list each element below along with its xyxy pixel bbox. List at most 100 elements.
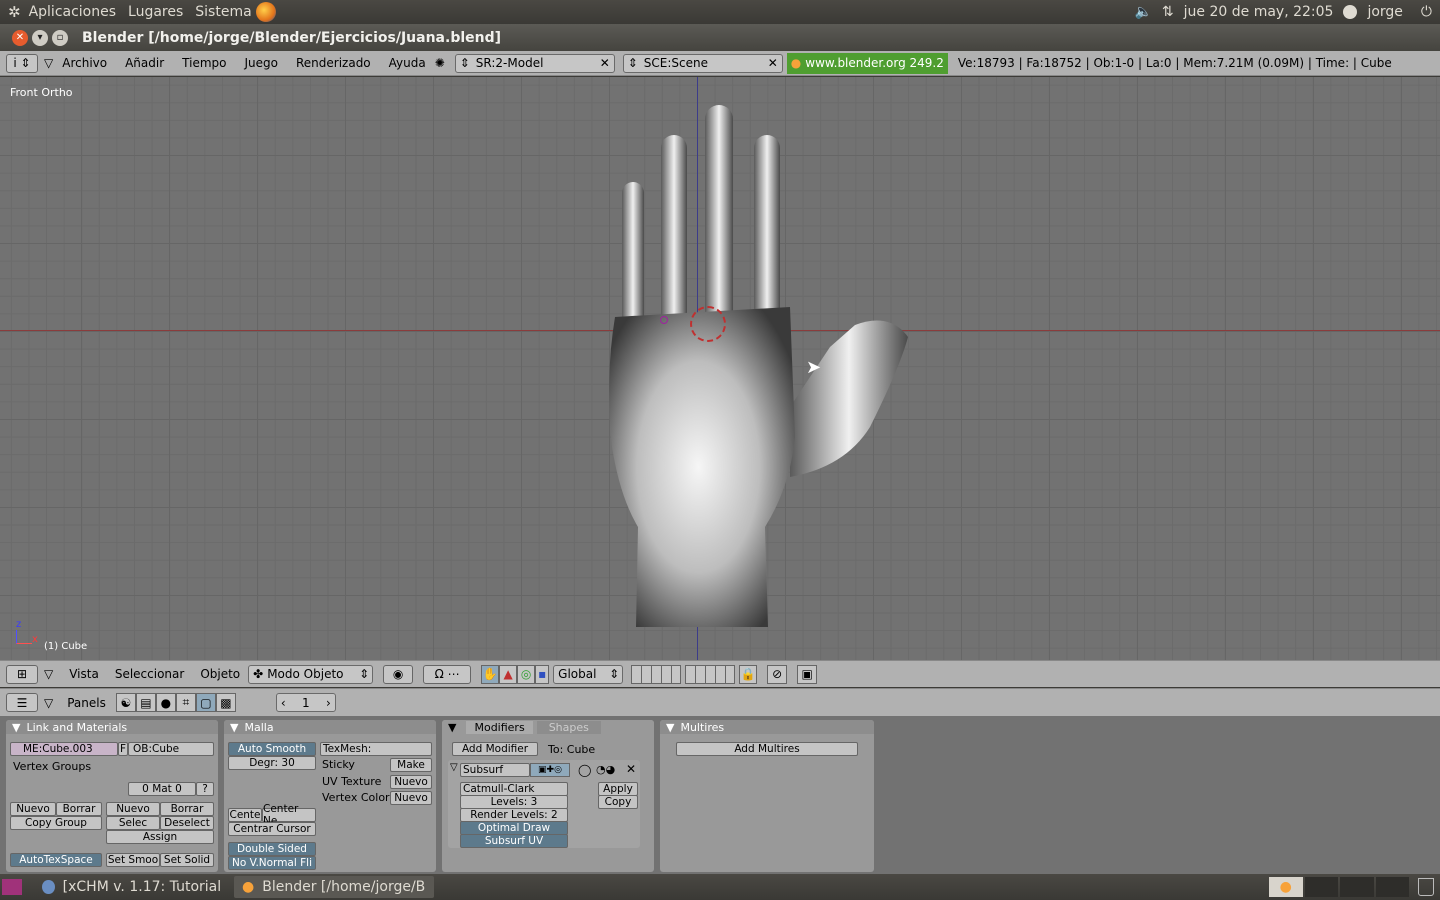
multires-header[interactable]: ▼ Multires [660,720,874,734]
scene-browse-icon[interactable]: ⇕ [628,56,644,70]
link-materials-header[interactable]: ▼ Link and Materials [6,720,218,734]
blender-version-badge[interactable]: ● www.blender.org 249.2 [786,52,948,74]
maximize-window-icon[interactable]: ▫ [52,29,68,46]
double-sided-toggle[interactable]: Double Sided [228,842,316,856]
menu-objeto[interactable]: Objeto [200,667,240,681]
firefox-icon[interactable] [255,2,276,22]
subsurf-collapse-icon[interactable]: ▽ [450,762,458,773]
menu-lugares[interactable]: Lugares [128,4,183,20]
editor-type-icon[interactable]: ⊞ [6,664,38,684]
modifier-cage-icon[interactable]: ◯ [578,763,591,777]
lock-icon[interactable]: 🔒 [739,664,758,684]
info-window-icon[interactable]: i ⇕ [6,53,38,73]
vgroup-new-button[interactable]: Nuevo [10,802,56,816]
subsurf-name-field[interactable]: Subsurf [460,763,530,777]
object-context-icon[interactable]: ⌗ [175,693,196,712]
3d-viewport[interactable]: Front Ortho ➤ z x (1) Cube [0,77,1440,660]
autotexspace-toggle[interactable]: AutoTexSpace [10,853,102,867]
screen-selector[interactable]: ⇕ SR:2-Model ✕ [454,53,615,73]
mesh-header[interactable]: ▼ Malla [224,720,436,734]
material-select-button[interactable]: Selec [106,816,160,830]
hand-mesh[interactable] [0,77,1440,660]
panel-collapse-icon[interactable]: ▼ [12,721,20,734]
manipulator-square-icon[interactable]: ▪ [535,664,550,684]
clock[interactable]: jue 20 de may, 22:05 [1184,4,1334,20]
scene-name[interactable]: SCE:Scene [644,56,764,70]
modifiers-header[interactable]: ▼ Modifiers Shapes [442,720,654,734]
material-assign-button[interactable]: Assign [106,830,214,844]
trash-icon[interactable] [1418,878,1434,896]
menu-aplicaciones[interactable]: Aplicaciones [29,4,116,20]
panel-collapse-icon[interactable]: ▼ [448,721,456,734]
shading-context-icon[interactable]: ● [155,693,176,712]
sticky-make-button[interactable]: Make [390,758,432,772]
modifier-move-icons[interactable]: ◔◕ [596,763,615,776]
workspace-1[interactable]: ● [1269,877,1303,897]
screen-delete-icon[interactable]: ✕ [596,56,614,70]
uv-texture-new-button[interactable]: Nuevo [390,775,432,789]
menu-seleccionar[interactable]: Seleccionar [115,667,184,681]
frame-decrease-icon[interactable]: ‹ [281,696,286,710]
panel-collapse-icon[interactable]: ▼ [230,721,238,734]
scene-context-icon[interactable]: ▩ [215,693,236,712]
modifier-display-icons[interactable]: ▣✚◎ [530,763,570,777]
center-new-button[interactable]: Center Ne [262,803,316,827]
workspace-3[interactable] [1340,877,1374,897]
script-context-icon[interactable]: ▤ [135,693,156,712]
render-icon[interactable]: ✺ [435,56,445,70]
minimize-window-icon[interactable]: ▾ [32,29,48,46]
mode-selector[interactable]: ✤ Modo Objeto ⇕ [248,664,374,684]
menu-archivo[interactable]: Archivo [62,56,107,70]
menu-renderizado[interactable]: Renderizado [296,56,371,70]
fake-user-button[interactable]: F [118,742,128,756]
volume-icon[interactable]: 🔈 [1134,4,1151,20]
levels-field[interactable]: Levels: 3 [460,795,568,809]
logic-context-icon[interactable]: ☯ [115,693,136,712]
auto-smooth-toggle[interactable]: Auto Smooth [228,742,316,756]
workspace-2[interactable] [1304,877,1338,897]
copy-modifier-button[interactable]: Copy [598,795,638,809]
power-icon[interactable]: ⏻ [1421,4,1432,20]
center-cursor-button[interactable]: Centrar Cursor [228,822,316,836]
ogl-render-icon[interactable]: ⊘ [767,664,788,684]
layer-buttons-b[interactable] [685,664,736,684]
panel-collapse-icon[interactable]: ▼ [666,721,674,734]
frame-number[interactable]: 1 [302,696,310,710]
render-levels-field[interactable]: Render Levels: 2 [460,808,568,822]
material-help-button[interactable]: ? [196,782,214,796]
task-xchm[interactable]: [xCHM v. 1.17: Tutorial ... [34,876,230,898]
screen-browse-icon[interactable]: ⇕ [460,56,476,70]
material-deselect-button[interactable]: Deselect [160,816,214,830]
close-window-icon[interactable]: ✕ [12,29,28,46]
menu-juego[interactable]: Juego [244,56,278,70]
add-modifier-button[interactable]: Add Modifier [452,742,538,756]
modifier-delete-icon[interactable]: ✕ [626,762,636,776]
material-index-field[interactable]: 0 Mat 0 [128,782,196,796]
mesh-name-field[interactable]: ME:Cube.003 [10,742,118,756]
menu-ayuda[interactable]: Ayuda [389,56,426,70]
material-new-button[interactable]: Nuevo [106,802,160,816]
centre-button[interactable]: Cente [228,808,262,822]
tab-modifiers[interactable]: Modifiers [466,720,533,734]
menu-vista[interactable]: Vista [69,667,99,681]
set-solid-button[interactable]: Set Solid [160,853,214,867]
manipulator-translate-icon[interactable]: ✋ [481,664,500,684]
set-smooth-button[interactable]: Set Smoo [106,853,160,867]
menu-anadir[interactable]: Añadir [125,56,164,70]
show-desktop-icon[interactable] [2,879,22,895]
object-name-field[interactable]: OB:Cube [128,742,214,756]
task-blender[interactable]: ● Blender [/home/jorge/Bl... [234,876,434,898]
apply-modifier-button[interactable]: Apply [598,782,638,796]
draw-type-icon[interactable]: ◉ [383,664,414,684]
screen-name[interactable]: SR:2-Model [476,56,596,70]
frame-increase-icon[interactable]: › [326,696,331,710]
vgroup-delete-button[interactable]: Borrar [56,802,102,816]
subsurf-uv-toggle[interactable]: Subsurf UV [460,834,568,848]
workspace-4[interactable] [1375,877,1409,897]
degr-field[interactable]: Degr: 30 [228,756,316,770]
menu-tiempo[interactable]: Tiempo [182,56,226,70]
workspace-switcher[interactable]: ● [1269,877,1409,897]
editing-context-icon[interactable]: ▢ [195,693,216,712]
optimal-draw-toggle[interactable]: Optimal Draw [460,821,568,835]
scene-selector[interactable]: ⇕ SCE:Scene ✕ [622,53,783,73]
